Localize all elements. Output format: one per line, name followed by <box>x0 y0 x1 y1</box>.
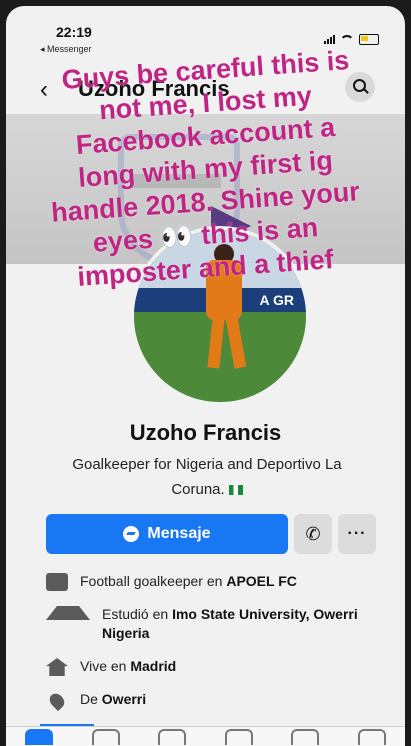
lives-text: Vive en Madrid <box>80 657 176 676</box>
bio-text: Goalkeeper for Nigeria and Deportivo La … <box>72 456 342 498</box>
tab-groups-icon[interactable] <box>224 729 253 745</box>
briefcase-icon <box>46 573 68 591</box>
from-text: De Owerri <box>80 690 146 709</box>
avatar-board-text: A GR <box>259 292 294 308</box>
home-icon <box>46 658 68 676</box>
from-prefix: De <box>80 691 102 707</box>
message-button-label: Mensaje <box>147 525 211 542</box>
nigeria-flag-icon <box>228 485 243 496</box>
tab-watch-icon[interactable] <box>91 729 120 745</box>
profile-actions: Mensaje ✆ ··· <box>46 514 376 554</box>
info-from: De Owerri <box>46 690 376 712</box>
signal-icon <box>324 35 335 44</box>
story-overlay-text: Guys be careful this is not me, I lost m… <box>6 45 405 292</box>
location-pin-icon <box>46 690 68 712</box>
phone-icon: ✆ <box>305 524 321 544</box>
messenger-icon <box>123 526 140 542</box>
call-button[interactable]: ✆ <box>294 514 332 554</box>
lives-prefix: Vive en <box>80 658 131 674</box>
tab-profile-icon[interactable] <box>158 729 187 745</box>
info-work: Football goalkeeper en APOEL FC <box>46 572 376 591</box>
profile-bio: Goalkeeper for Nigeria and Deportivo La … <box>52 452 362 502</box>
clock-time: 22:19 <box>56 24 92 40</box>
work-place-link[interactable]: APOEL FC <box>226 573 297 589</box>
tab-home-icon[interactable] <box>25 729 54 745</box>
graduation-cap-icon <box>46 606 90 620</box>
city-link[interactable]: Madrid <box>130 658 176 674</box>
more-options-button[interactable]: ··· <box>338 514 376 554</box>
profile-info-list: Football goalkeeper en APOEL FC Estudió … <box>46 572 376 725</box>
phone-frame: 22:19 ◂ Messenger ‹ Uzoho Francis A GR G… <box>0 0 411 746</box>
study-prefix: Estudió en <box>102 606 173 622</box>
more-icon: ··· <box>347 525 367 542</box>
info-education: Estudió en Imo State University, Owerri … <box>46 605 376 643</box>
tab-notifications-icon[interactable] <box>291 729 320 745</box>
facebook-profile-screen: 22:19 ◂ Messenger ‹ Uzoho Francis A GR G… <box>6 6 405 746</box>
education-text: Estudió en Imo State University, Owerri … <box>102 605 376 643</box>
work-prefix: Football goalkeeper en <box>80 573 227 589</box>
profile-name: Uzoho Francis <box>129 420 282 445</box>
bottom-tab-bar <box>6 726 405 746</box>
work-text: Football goalkeeper en APOEL FC <box>80 572 297 591</box>
message-button[interactable]: Mensaje <box>46 514 288 554</box>
tab-menu-icon[interactable] <box>357 729 386 745</box>
info-lives: Vive en Madrid <box>46 657 376 676</box>
hometown-link[interactable]: Owerri <box>102 691 146 707</box>
